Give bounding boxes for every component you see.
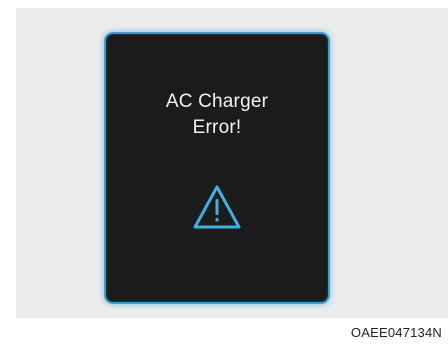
- message-line-1: AC Charger: [165, 91, 269, 112]
- figure-code: OAEE047134N: [350, 325, 442, 340]
- cluster-display-screen: AC Charger Error!: [104, 32, 330, 304]
- warning-triangle-icon: [193, 185, 241, 229]
- warning-message: AC Charger Error!: [106, 89, 328, 141]
- message-line-2: Error!: [192, 117, 242, 138]
